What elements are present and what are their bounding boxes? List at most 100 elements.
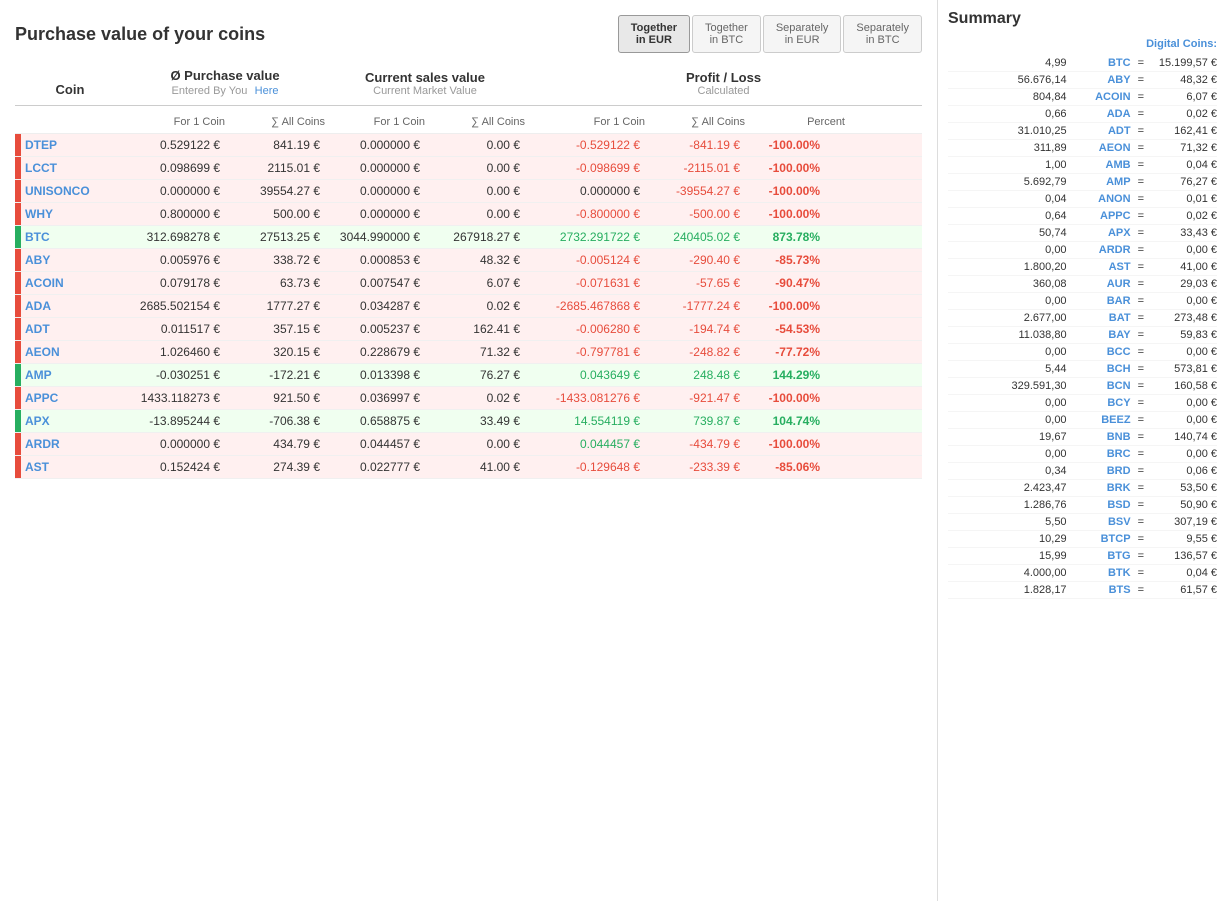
summary-coin[interactable]: AUR <box>1071 278 1131 290</box>
row-indicator <box>15 456 21 478</box>
summary-coin[interactable]: BSD <box>1071 499 1131 511</box>
summary-coin[interactable]: BTCP <box>1071 533 1131 545</box>
summary-coin[interactable]: BTK <box>1071 567 1131 579</box>
summary-row: 5.692,79AMP=76,27 € <box>948 174 1217 191</box>
summary-eq: = <box>1138 329 1144 341</box>
summary-row: 5,50BSV=307,19 € <box>948 514 1217 531</box>
summary-coin[interactable]: ARDR <box>1071 244 1131 256</box>
cell: -0.098699 € <box>525 161 645 175</box>
cell: -1777.24 € <box>645 299 745 313</box>
summary-eq: = <box>1138 380 1144 392</box>
summary-amount: 311,89 <box>977 142 1067 154</box>
summary-coin[interactable]: BAR <box>1071 295 1131 307</box>
summary-eq: = <box>1138 465 1144 477</box>
summary-coin[interactable]: ADT <box>1071 125 1131 137</box>
page-title: Purchase value of your coins <box>15 24 265 45</box>
summary-coin[interactable]: AST <box>1071 261 1131 273</box>
table-row: APPC1433.118273 €921.50 €0.036997 €0.02 … <box>15 387 922 410</box>
cell: 0.000000 € <box>125 437 225 451</box>
summary-eq: = <box>1138 499 1144 511</box>
summary-eq: = <box>1138 159 1144 171</box>
cell: 0.098699 € <box>125 161 225 175</box>
cell: 0.000853 € <box>325 253 425 267</box>
cell-percent: -100.00% <box>745 299 825 313</box>
summary-amount: 2.423,47 <box>977 482 1067 494</box>
summary-coin[interactable]: BRC <box>1071 448 1131 460</box>
summary-eq: = <box>1138 533 1144 545</box>
summary-coin[interactable]: AMP <box>1071 176 1131 188</box>
cell: 841.19 € <box>225 138 325 152</box>
cell: 0.022777 € <box>325 460 425 474</box>
summary-coin[interactable]: BCY <box>1071 397 1131 409</box>
tab-together-btc[interactable]: Togetherin BTC <box>692 15 761 53</box>
cell: DTEP <box>15 138 125 152</box>
summary-eq: = <box>1138 363 1144 375</box>
cell: -0.071631 € <box>525 276 645 290</box>
summary-coin[interactable]: ANON <box>1071 193 1131 205</box>
summary-value: 76,27 € <box>1147 176 1217 188</box>
summary-coin[interactable]: AMB <box>1071 159 1131 171</box>
summary-coin[interactable]: BAY <box>1071 329 1131 341</box>
summary-coin[interactable]: BCH <box>1071 363 1131 375</box>
summary-value: 140,74 € <box>1147 431 1217 443</box>
summary-amount: 2.677,00 <box>977 312 1067 324</box>
summary-coin[interactable]: BRD <box>1071 465 1131 477</box>
cell: -0.529122 € <box>525 138 645 152</box>
table-row: AMP-0.030251 €-172.21 €0.013398 €76.27 €… <box>15 364 922 387</box>
cell: 1777.27 € <box>225 299 325 313</box>
cell: 0.044457 € <box>325 437 425 451</box>
cell: AST <box>15 460 125 474</box>
cell: 0.228679 € <box>325 345 425 359</box>
summary-coin[interactable]: BEEZ <box>1071 414 1131 426</box>
summary-row: 329.591,30BCN=160,58 € <box>948 378 1217 395</box>
cell: 71.32 € <box>425 345 525 359</box>
cell: BTC <box>15 230 125 244</box>
summary-coin[interactable]: BNB <box>1071 431 1131 443</box>
tab-together-eur[interactable]: Togetherin EUR <box>618 15 690 53</box>
summary-coin[interactable]: BSV <box>1071 516 1131 528</box>
tab-separately-eur[interactable]: Separatelyin EUR <box>763 15 842 53</box>
summary-eq: = <box>1138 125 1144 137</box>
summary-coin[interactable]: BCN <box>1071 380 1131 392</box>
cell: -2115.01 € <box>645 161 745 175</box>
summary-amount: 0,66 <box>977 108 1067 120</box>
summary-coin[interactable]: BCC <box>1071 346 1131 358</box>
cell: 2685.502154 € <box>125 299 225 313</box>
col-header-purchase-link[interactable]: Here <box>255 85 279 97</box>
summary-value: 136,57 € <box>1147 550 1217 562</box>
summary-coin[interactable]: BTC <box>1071 57 1131 69</box>
cell: 14.554119 € <box>525 414 645 428</box>
cell: 357.15 € <box>225 322 325 336</box>
table-row: APX-13.895244 €-706.38 €0.658875 €33.49 … <box>15 410 922 433</box>
summary-coin[interactable]: APPC <box>1071 210 1131 222</box>
table-row: ADT0.011517 €357.15 €0.005237 €162.41 €-… <box>15 318 922 341</box>
cell: 39554.27 € <box>225 184 325 198</box>
summary-coin[interactable]: BTS <box>1071 584 1131 596</box>
table-body: DTEP0.529122 €841.19 €0.000000 €0.00 €-0… <box>15 134 922 479</box>
table-row: AEON1.026460 €320.15 €0.228679 €71.32 €-… <box>15 341 922 364</box>
summary-row: 15,99BTG=136,57 € <box>948 548 1217 565</box>
summary-amount: 329.591,30 <box>977 380 1067 392</box>
subheader-c-for1: For 1 Coin <box>325 116 425 128</box>
col-header-coin: Coin <box>56 82 85 97</box>
summary-coin[interactable]: BRK <box>1071 482 1131 494</box>
summary-eq: = <box>1138 176 1144 188</box>
summary-amount: 50,74 <box>977 227 1067 239</box>
summary-row: 0,00BEEZ=0,00 € <box>948 412 1217 429</box>
summary-coin[interactable]: ACOIN <box>1071 91 1131 103</box>
cell: 240405.02 € <box>645 230 745 244</box>
tab-separately-btc[interactable]: Separatelyin BTC <box>843 15 922 53</box>
summary-coin[interactable]: APX <box>1071 227 1131 239</box>
summary-coin[interactable]: AEON <box>1071 142 1131 154</box>
summary-coin[interactable]: ABY <box>1071 74 1131 86</box>
summary-eq: = <box>1138 482 1144 494</box>
summary-coin[interactable]: BAT <box>1071 312 1131 324</box>
summary-eq: = <box>1138 431 1144 443</box>
summary-value: 0,00 € <box>1147 346 1217 358</box>
summary-coin[interactable]: ADA <box>1071 108 1131 120</box>
summary-row: 1,00AMB=0,04 € <box>948 157 1217 174</box>
summary-value: 0,00 € <box>1147 414 1217 426</box>
summary-coin[interactable]: BTG <box>1071 550 1131 562</box>
summary-value: 53,50 € <box>1147 482 1217 494</box>
cell: -500.00 € <box>645 207 745 221</box>
